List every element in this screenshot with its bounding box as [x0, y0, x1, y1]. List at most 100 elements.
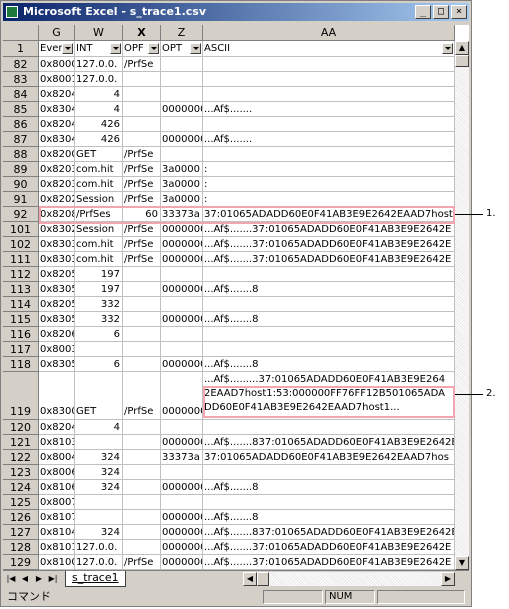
table-cell[interactable]: 0x8208	[39, 207, 75, 222]
table-cell[interactable]: 0x8304	[39, 102, 75, 117]
title-bar[interactable]: Microsoft Excel - s_trace1.csv _ □ ×	[3, 3, 469, 21]
next-sheet-icon[interactable]: ▶	[33, 572, 45, 585]
row-header[interactable]: 82	[3, 57, 39, 72]
table-cell[interactable]: 0x8203	[39, 177, 75, 192]
table-cell[interactable]: ...Af$.......8	[203, 510, 455, 525]
table-cell[interactable]: 324	[75, 525, 123, 540]
table-cell[interactable]: 0x8205	[39, 297, 75, 312]
column-header-g[interactable]: G	[39, 25, 75, 41]
table-cell[interactable]: 0000000	[161, 252, 203, 267]
table-cell[interactable]	[123, 87, 161, 102]
table-cell[interactable]: 37:01065ADADD60E0F41AB3E9E2642EAAD7hos	[203, 450, 455, 465]
table-cell[interactable]: ...Af$.......837:01065ADADD60E0F41AB3E9E…	[203, 525, 455, 540]
table-cell[interactable]: ...Af$.......8	[203, 312, 455, 327]
table-cell[interactable]: 0000000	[161, 435, 203, 450]
column-header-aa[interactable]: AA	[203, 25, 455, 41]
table-cell[interactable]	[75, 435, 123, 450]
table-cell[interactable]: 0000000	[161, 237, 203, 252]
autofilter-dropdown-icon[interactable]	[110, 43, 121, 54]
table-cell[interactable]	[123, 117, 161, 132]
table-cell[interactable]: 0x8006	[39, 465, 75, 480]
table-cell[interactable]: /PrfSe	[123, 222, 161, 237]
table-cell[interactable]: 3a0000	[161, 192, 203, 207]
row-header[interactable]: 101	[3, 222, 39, 237]
table-cell[interactable]: com.hit	[75, 237, 123, 252]
table-cell[interactable]: 0x8303	[39, 237, 75, 252]
filter-header-cell[interactable]: ASCII	[203, 41, 455, 57]
table-cell[interactable]: 0x8303	[39, 252, 75, 267]
row-header[interactable]: 89	[3, 162, 39, 177]
table-cell[interactable]	[123, 510, 161, 525]
table-cell[interactable]: 0x8004	[39, 450, 75, 465]
table-cell[interactable]	[123, 342, 161, 357]
select-all-corner[interactable]	[3, 25, 39, 41]
table-cell[interactable]: ...Af$.......8	[203, 282, 455, 297]
horizontal-scroll-thumb[interactable]	[257, 572, 269, 586]
row-header[interactable]: 120	[3, 420, 39, 435]
table-cell[interactable]	[161, 495, 203, 510]
minimize-icon[interactable]: _	[415, 5, 431, 19]
table-cell[interactable]: 33373a	[161, 450, 203, 465]
table-cell[interactable]: 197	[75, 282, 123, 297]
table-cell[interactable]: 0x8304	[39, 132, 75, 147]
table-cell[interactable]: 426	[75, 117, 123, 132]
row-header[interactable]: 116	[3, 327, 39, 342]
table-cell[interactable]	[123, 450, 161, 465]
row-header[interactable]: 91	[3, 192, 39, 207]
table-cell[interactable]: GET	[75, 372, 123, 420]
table-cell[interactable]	[123, 357, 161, 372]
table-cell[interactable]: 6	[75, 327, 123, 342]
table-cell[interactable]: 127.0.0.	[75, 540, 123, 555]
table-cell[interactable]: /PrfSe	[123, 237, 161, 252]
table-cell[interactable]	[161, 117, 203, 132]
row-header[interactable]: 127	[3, 525, 39, 540]
table-cell[interactable]: 0000000	[161, 555, 203, 570]
row-header[interactable]: 88	[3, 147, 39, 162]
table-cell[interactable]: 324	[75, 450, 123, 465]
filter-header-cell[interactable]: INT	[75, 41, 123, 57]
table-cell[interactable]: 0000000	[161, 282, 203, 297]
table-cell[interactable]: 0000000	[161, 540, 203, 555]
table-cell[interactable]	[203, 495, 455, 510]
close-icon[interactable]: ×	[451, 5, 467, 19]
table-cell[interactable]: 0x8106	[39, 480, 75, 495]
maximize-icon[interactable]: □	[433, 5, 449, 19]
sheet-tab-s-trace1[interactable]: s_trace1	[65, 571, 126, 587]
table-cell[interactable]: 0x8103	[39, 435, 75, 450]
table-cell[interactable]: 0x8003	[39, 342, 75, 357]
row-header[interactable]: 102	[3, 237, 39, 252]
table-cell[interactable]	[75, 342, 123, 357]
table-cell[interactable]: 0x8204	[39, 420, 75, 435]
row-header[interactable]: 111	[3, 252, 39, 267]
table-cell[interactable]	[161, 420, 203, 435]
table-cell[interactable]: ...Af$.......837:01065ADADD60E0F41AB3E9E…	[203, 435, 455, 450]
table-cell[interactable]: ...Af$.......	[203, 102, 455, 117]
table-cell[interactable]	[161, 147, 203, 162]
table-cell[interactable]: 332	[75, 312, 123, 327]
table-cell[interactable]: 4	[75, 420, 123, 435]
table-cell[interactable]	[203, 57, 455, 72]
table-cell[interactable]	[123, 132, 161, 147]
column-header-w[interactable]: W	[75, 25, 123, 41]
table-cell[interactable]	[203, 87, 455, 102]
table-cell[interactable]: 37:01065ADADD60E0F41AB3E9E2642EAAD7host	[203, 207, 455, 222]
table-cell[interactable]	[75, 510, 123, 525]
first-sheet-icon[interactable]: |◀	[5, 572, 17, 585]
table-cell[interactable]: 0x8305	[39, 357, 75, 372]
table-cell[interactable]: 0x8200	[39, 147, 75, 162]
table-cell[interactable]	[123, 102, 161, 117]
table-cell[interactable]	[161, 327, 203, 342]
table-cell[interactable]	[203, 465, 455, 480]
table-cell[interactable]: 0x8300	[39, 372, 75, 420]
table-cell[interactable]: /PrfSes	[75, 207, 123, 222]
table-cell[interactable]: :	[203, 192, 455, 207]
table-cell[interactable]: 197	[75, 267, 123, 282]
table-cell[interactable]: 0000000	[161, 510, 203, 525]
table-cell[interactable]: ...Af$.........37:01065ADADD60E0F41AB3E9…	[203, 372, 455, 420]
table-cell[interactable]: 426	[75, 132, 123, 147]
table-cell[interactable]: 0x8204	[39, 117, 75, 132]
table-cell[interactable]	[123, 495, 161, 510]
table-cell[interactable]: /PrfSe	[123, 162, 161, 177]
table-cell[interactable]: ...Af$.......37:01065ADADD60E0F41AB3E9E2…	[203, 222, 455, 237]
last-sheet-icon[interactable]: ▶|	[47, 572, 59, 585]
